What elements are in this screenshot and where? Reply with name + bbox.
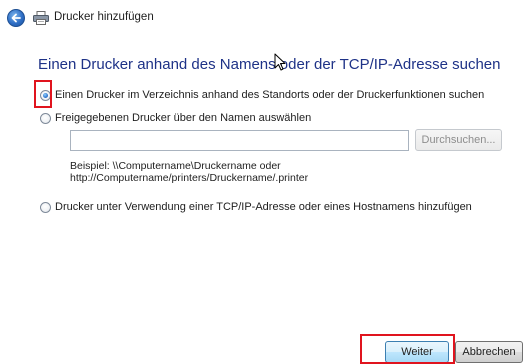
arrow-left-icon <box>11 13 21 23</box>
window-title: Drucker hinzufügen <box>54 11 154 23</box>
example-text: Beispiel: \\Computername\Druckername ode… <box>70 160 308 184</box>
option-tcpip-hostname-label: Drucker unter Verwendung einer TCP/IP-Ad… <box>55 201 472 213</box>
page-heading: Einen Drucker anhand des Namens oder der… <box>38 56 501 73</box>
option-tcpip-hostname[interactable]: Drucker unter Verwendung einer TCP/IP-Ad… <box>40 199 472 215</box>
option-shared-printer-label: Freigegebenen Drucker über den Namen aus… <box>55 112 312 124</box>
example-line-2: http://Computername/printers/Druckername… <box>70 172 309 184</box>
option-directory-search-label: Einen Drucker im Verzeichnis anhand des … <box>55 89 485 101</box>
back-button[interactable] <box>7 9 25 27</box>
highlight-next-annotation <box>360 334 455 364</box>
browse-button[interactable]: Durchsuchen... <box>415 129 502 151</box>
mouse-cursor-icon <box>274 53 286 71</box>
add-printer-dialog: Drucker hinzufügen Einen Drucker anhand … <box>0 0 529 364</box>
printer-path-input[interactable] <box>70 130 409 151</box>
cancel-button[interactable]: Abbrechen <box>455 341 523 363</box>
option-directory-search[interactable]: Einen Drucker im Verzeichnis anhand des … <box>40 87 484 103</box>
option-shared-printer[interactable]: Freigegebenen Drucker über den Namen aus… <box>40 110 311 126</box>
radio-tcpip-hostname[interactable] <box>40 201 51 213</box>
example-line-1: Beispiel: \\Computername\Druckername ode… <box>70 160 281 172</box>
title-bar: Drucker hinzufügen <box>0 0 529 34</box>
printer-icon <box>33 11 49 25</box>
radio-shared-printer[interactable] <box>40 112 51 124</box>
highlight-radio-annotation <box>34 80 52 108</box>
